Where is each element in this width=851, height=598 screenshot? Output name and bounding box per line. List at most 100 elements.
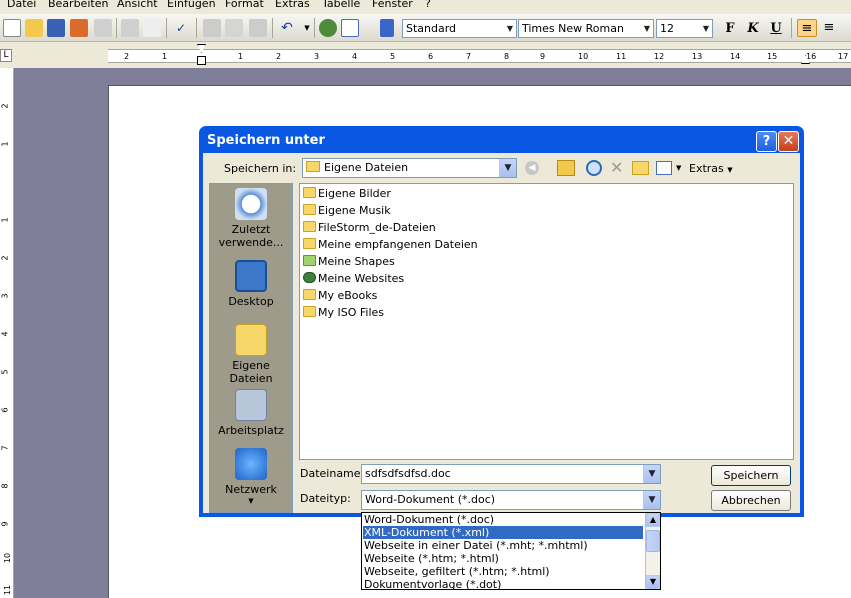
list-item[interactable]: FileStorm_de-Dateien bbox=[303, 220, 436, 236]
align-center-icon[interactable]: ≡ bbox=[820, 19, 838, 37]
list-item[interactable]: Meine Websites bbox=[303, 271, 404, 287]
cancel-button[interactable]: Abbrechen bbox=[711, 490, 791, 511]
place-label: Zuletzt verwende... bbox=[218, 223, 284, 249]
menu-extras[interactable]: Extras bbox=[275, 0, 310, 10]
print-preview-icon[interactable] bbox=[121, 19, 139, 37]
list-item[interactable]: Meine Shapes bbox=[303, 254, 395, 270]
place-label: Arbeitsplatz bbox=[218, 424, 284, 437]
filename-value: sdfsdfsdfsd.doc bbox=[365, 467, 451, 480]
chevron-down-icon[interactable]: ▼ bbox=[210, 496, 292, 506]
menu-einfuegen[interactable]: Einfügen bbox=[167, 0, 216, 10]
hyperlink-icon[interactable] bbox=[319, 19, 337, 37]
menu-bearbeiten[interactable]: Bearbeiten bbox=[48, 0, 108, 10]
place-label: Desktop bbox=[228, 295, 274, 308]
save-in-select[interactable]: Eigene Dateien ▼ bbox=[302, 158, 517, 178]
recent-icon bbox=[235, 188, 267, 220]
menu-format[interactable]: Format bbox=[225, 0, 264, 10]
preview-icon[interactable] bbox=[143, 19, 161, 37]
font-size-select[interactable]: 12 ▼ bbox=[656, 19, 713, 38]
list-item[interactable]: My eBooks bbox=[303, 288, 377, 304]
italic-button[interactable]: K bbox=[743, 19, 763, 38]
table-icon[interactable] bbox=[341, 19, 359, 37]
extras-menu[interactable]: Extras ▼ bbox=[689, 162, 733, 175]
first-line-indent-marker[interactable] bbox=[197, 44, 206, 53]
ruler-number: 6 bbox=[428, 52, 434, 61]
chevron-down-icon: ▼ bbox=[643, 465, 660, 483]
filetype-dropdown-list: Word-Dokument (*.doc) XML-Dokument (*.xm… bbox=[361, 512, 661, 591]
copy-icon[interactable] bbox=[203, 19, 221, 37]
search-web-icon[interactable] bbox=[586, 160, 602, 176]
save-in-value: Eigene Dateien bbox=[324, 161, 409, 174]
new-document-icon[interactable] bbox=[3, 19, 21, 37]
close-button[interactable]: ✕ bbox=[778, 131, 799, 152]
align-left-icon[interactable]: ≡ bbox=[797, 19, 817, 37]
list-item[interactable]: Eigene Bilder bbox=[303, 186, 391, 202]
save-button[interactable]: Speichern bbox=[711, 465, 791, 486]
chevron-down-icon: ▼ bbox=[643, 491, 660, 509]
underline-button[interactable]: U bbox=[766, 19, 786, 38]
ruler-number: 13 bbox=[692, 52, 703, 61]
style-select[interactable]: Standard ▼ bbox=[402, 19, 517, 38]
my-computer-icon bbox=[235, 389, 267, 421]
folder-icon bbox=[303, 187, 316, 198]
new-folder-icon[interactable] bbox=[632, 161, 649, 175]
list-item[interactable]: My ISO Files bbox=[303, 305, 384, 321]
filetype-option[interactable]: Word-Dokument (*.doc) bbox=[363, 513, 643, 526]
filetype-option[interactable]: Webseite (*.htm; *.html) bbox=[363, 552, 643, 565]
dropdown-scrollbar[interactable]: ▲ ▼ bbox=[645, 513, 660, 589]
menu-fenster[interactable]: Fenster bbox=[372, 0, 413, 10]
spellcheck-icon[interactable]: ✓ bbox=[172, 19, 190, 37]
menu-ansicht[interactable]: Ansicht bbox=[117, 0, 158, 10]
open-folder-icon[interactable] bbox=[25, 19, 43, 37]
up-folder-icon[interactable] bbox=[557, 160, 575, 176]
help-button[interactable]: ? bbox=[756, 131, 777, 152]
place-recent[interactable]: Zuletzt verwende... bbox=[210, 188, 292, 249]
ruler-number: 9 bbox=[540, 52, 546, 61]
ruler-number: 17 bbox=[838, 52, 849, 61]
scroll-down-icon[interactable]: ▼ bbox=[646, 575, 660, 589]
menu-tabelle[interactable]: Tabelle bbox=[322, 0, 360, 10]
chevron-down-icon: ▼ bbox=[727, 166, 733, 174]
save-icon[interactable] bbox=[47, 19, 65, 37]
place-network[interactable]: Netzwerk ▼ bbox=[210, 448, 292, 506]
filetype-select[interactable]: Word-Dokument (*.doc) ▼ bbox=[361, 490, 661, 510]
print-icon[interactable] bbox=[94, 19, 112, 37]
views-icon[interactable] bbox=[656, 161, 672, 175]
place-my-computer[interactable]: Arbeitsplatz bbox=[210, 389, 292, 437]
undo-icon[interactable]: ↶ bbox=[278, 19, 296, 37]
chevron-down-icon[interactable]: ▼ bbox=[676, 164, 681, 172]
filetype-option[interactable]: XML-Dokument (*.xml) bbox=[363, 526, 643, 539]
list-item[interactable]: Eigene Musik bbox=[303, 203, 391, 219]
menu-datei[interactable]: Datei bbox=[7, 0, 36, 10]
place-label: Netzwerk bbox=[225, 483, 277, 496]
tab-selector-icon[interactable]: L bbox=[0, 49, 12, 62]
cut-icon[interactable] bbox=[225, 19, 243, 37]
bold-button[interactable]: F bbox=[720, 19, 740, 38]
folder-icon bbox=[303, 289, 316, 300]
place-my-documents[interactable]: Eigene Dateien bbox=[210, 324, 292, 385]
filetype-option[interactable]: Webseite, gefiltert (*.htm; *.html) bbox=[363, 565, 643, 578]
place-desktop[interactable]: Desktop bbox=[210, 260, 292, 308]
list-item[interactable]: Meine empfangenen Dateien bbox=[303, 237, 478, 253]
paste-icon[interactable] bbox=[249, 19, 267, 37]
filename-input[interactable]: sdfsdfsdfsd.doc ▼ bbox=[361, 464, 661, 484]
file-name: Eigene Musik bbox=[318, 204, 391, 217]
filetype-option[interactable]: Webseite in einer Datei (*.mht; *.mhtml) bbox=[363, 539, 643, 552]
font-select[interactable]: Times New Roman ▼ bbox=[518, 19, 654, 38]
file-name: My eBooks bbox=[318, 289, 378, 302]
folder-icon bbox=[306, 161, 320, 172]
ruler-number: 7 bbox=[0, 445, 10, 451]
scroll-thumb[interactable] bbox=[646, 530, 660, 552]
permission-icon[interactable] bbox=[70, 19, 88, 37]
back-icon[interactable]: ◀ bbox=[525, 161, 539, 175]
menu-help[interactable]: ? bbox=[425, 0, 431, 10]
delete-icon[interactable]: ✕ bbox=[610, 158, 623, 177]
toolbar-options-icon[interactable] bbox=[380, 19, 394, 37]
filename-label: Dateiname: bbox=[300, 467, 365, 480]
scroll-up-icon[interactable]: ▲ bbox=[646, 513, 660, 527]
ruler-number: 2 bbox=[0, 255, 10, 261]
left-indent-marker[interactable] bbox=[197, 56, 206, 65]
filetype-option[interactable]: Dokumentvorlage (*.dot) bbox=[363, 578, 643, 591]
ruler-number: 2 bbox=[124, 52, 130, 61]
file-list[interactable]: Eigene Bilder Eigene Musik FileStorm_de-… bbox=[299, 183, 794, 460]
